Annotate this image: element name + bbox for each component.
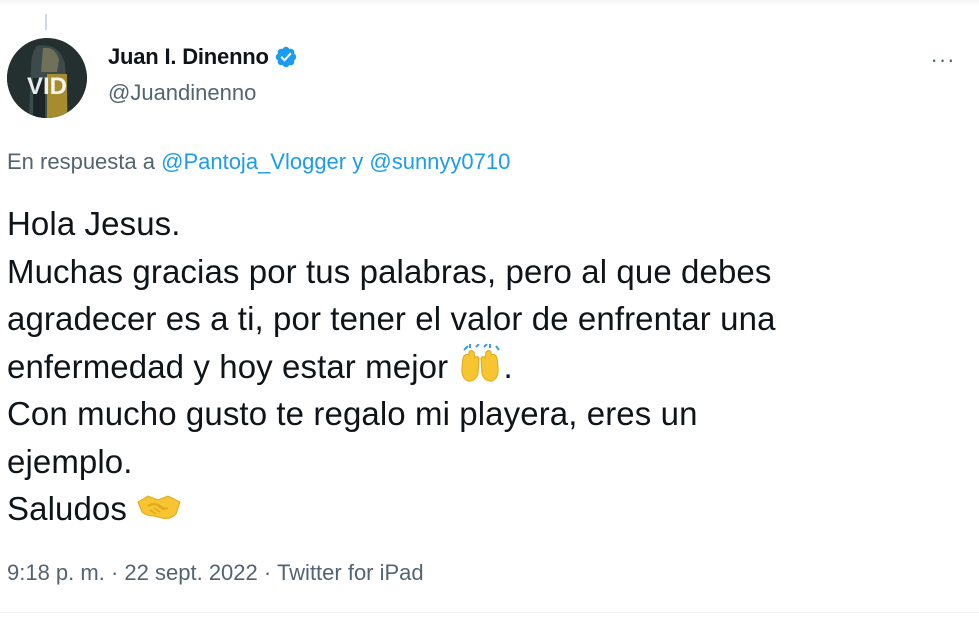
meta-separator: · xyxy=(263,560,272,585)
author-display-name[interactable]: Juan I. Dinenno xyxy=(108,44,269,70)
tweet-text: Hola Jesus. Muchas gracias por tus palab… xyxy=(7,200,967,533)
tweet-line-with-emoji: enfermedad y hoy estar mejor . xyxy=(7,343,967,391)
tweet-line: ejemplo. xyxy=(7,442,133,480)
reply-context: En respuesta a @Pantoja_Vlogger y @sunny… xyxy=(7,149,510,175)
tweet-timestamp-time[interactable]: 9:18 p. m. xyxy=(7,560,105,585)
tweet-line-text: Saludos xyxy=(7,490,127,527)
tweet-line-period: . xyxy=(503,347,513,385)
tweet-header: VID Juan I. Dinenno @Juandinenno ··· xyxy=(7,38,969,120)
previous-tweet-edge xyxy=(0,0,979,6)
tweet-source[interactable]: Twitter for iPad xyxy=(277,560,424,585)
handshake-icon xyxy=(136,486,182,526)
reply-mention-link[interactable]: @Pantoja_Vlogger xyxy=(161,149,346,174)
author-name-row: Juan I. Dinenno xyxy=(108,44,298,70)
tweet-line: Hola Jesus. xyxy=(7,205,181,242)
tweet-line-with-emoji: Saludos xyxy=(7,485,967,533)
avatar-logo-text: VID xyxy=(27,73,67,100)
tweet-timestamp-date[interactable]: 22 sept. 2022 xyxy=(124,560,257,585)
tweet-line: Muchas gracias por tus palabras, pero al… xyxy=(7,252,772,290)
author-handle[interactable]: @Juandinenno xyxy=(108,80,256,106)
more-options-button[interactable]: ··· xyxy=(925,46,961,74)
avatar[interactable]: VID xyxy=(7,38,87,118)
reply-prefix: En respuesta a xyxy=(7,149,155,174)
tweet-line: Con mucho gusto te regalo mi playera, er… xyxy=(7,395,698,432)
divider xyxy=(0,612,979,613)
tweet-meta: 9:18 p. m. · 22 sept. 2022 · Twitter for… xyxy=(7,560,424,586)
verified-badge-icon xyxy=(275,46,297,68)
tweet-line: agradecer es a ti, por tener el valor de… xyxy=(7,300,776,337)
thread-connector-line xyxy=(45,14,47,30)
avatar-image: VID xyxy=(7,38,87,118)
tweet-line-text: enfermedad y hoy estar mejor xyxy=(7,347,449,385)
meta-separator: · xyxy=(110,560,119,585)
reply-connector: y xyxy=(352,149,364,174)
raising-hands-icon xyxy=(457,343,503,384)
reply-mention-link[interactable]: @sunnyy0710 xyxy=(369,149,510,174)
